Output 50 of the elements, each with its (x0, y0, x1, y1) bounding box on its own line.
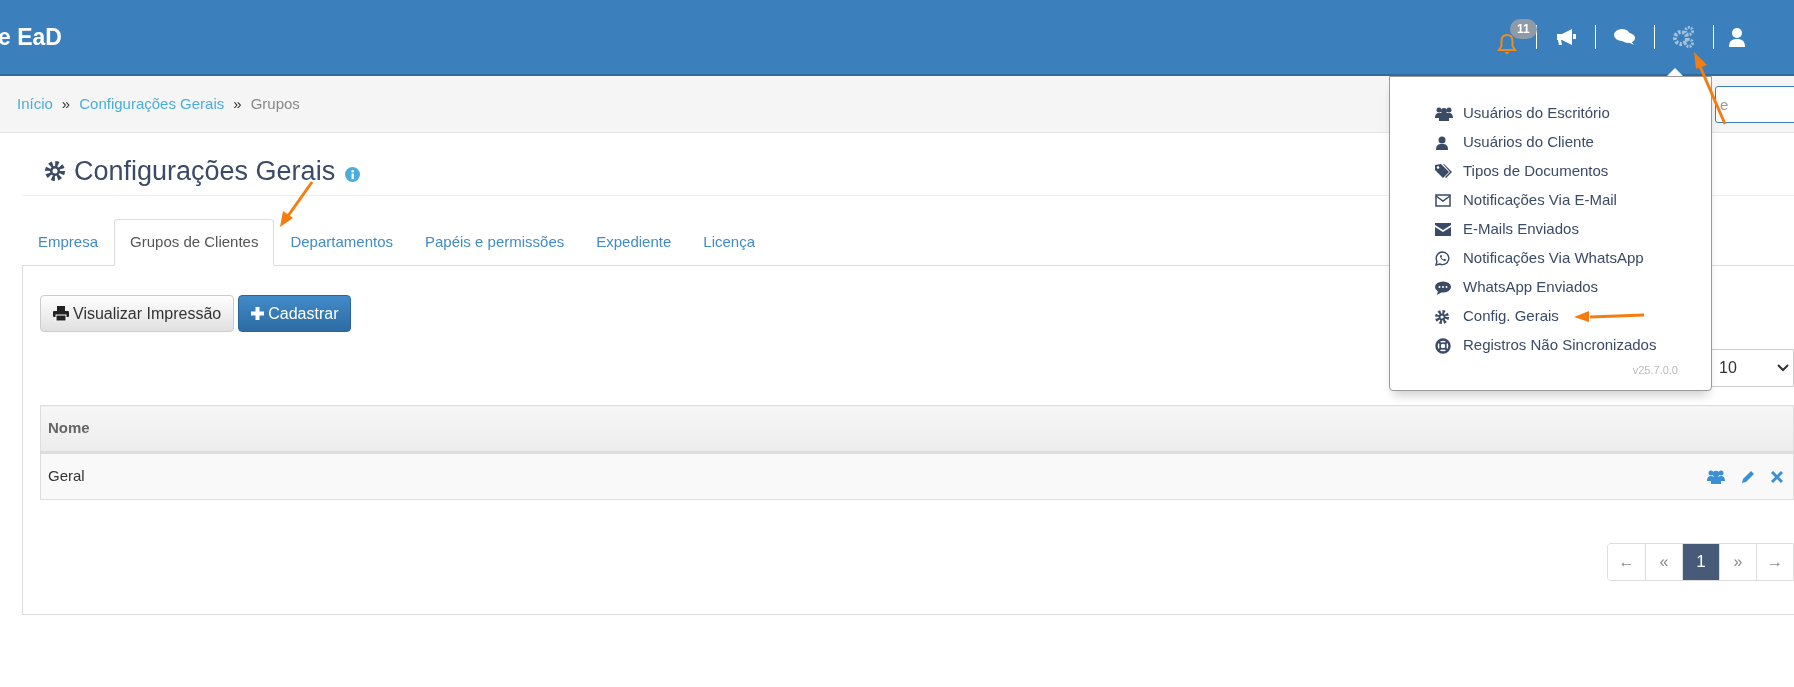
tab[interactable]: Papéis e permissões (409, 219, 581, 265)
envelope-icon (1435, 194, 1451, 207)
version-label: v25.7.0.0 (1632, 362, 1678, 378)
plus-icon (251, 307, 265, 320)
tab[interactable]: Licença (687, 219, 771, 265)
user-icon (1435, 135, 1449, 150)
speech-bubble-icon (1435, 280, 1451, 295)
gear-icon (44, 160, 66, 182)
envelope-icon (1435, 223, 1451, 236)
users-icon[interactable] (1707, 469, 1725, 484)
users-icon (1435, 106, 1453, 121)
user-icon[interactable] (1728, 27, 1746, 47)
search-field[interactable]: e (1715, 85, 1794, 123)
phone-bubble-icon (1435, 251, 1450, 266)
menu-item[interactable]: Notificações Via E-Mail (1435, 186, 1711, 215)
breadcrumb-separator: » (233, 93, 242, 114)
chevron-down-icon (1777, 364, 1789, 372)
printer-icon (53, 306, 69, 321)
menu-item[interactable]: Config. Gerais (1435, 302, 1711, 331)
close-icon[interactable] (1771, 470, 1783, 483)
gears-icon[interactable] (1673, 26, 1695, 48)
tags-icon (1435, 164, 1453, 179)
annotation-arrow (1574, 311, 1645, 322)
tab[interactable]: Empresa (22, 219, 115, 265)
page-title: Configurações Gerais (74, 154, 336, 188)
menu-item[interactable]: Tipos de Documentos (1435, 157, 1711, 186)
tab[interactable]: Departamentos (274, 219, 409, 265)
menu-item[interactable]: Notificações Via WhatsApp (1435, 244, 1711, 273)
add-button[interactable]: Cadastrar (238, 295, 352, 332)
bell-icon[interactable] (1497, 33, 1517, 55)
menu-item[interactable]: WhatsApp Enviados (1435, 273, 1711, 302)
menu-item[interactable]: Usuários do Cliente (1435, 128, 1711, 157)
chat-icon[interactable] (1614, 28, 1636, 46)
table-cell-text: Geral (48, 466, 85, 487)
pagination-button[interactable]: 1 (1682, 544, 1719, 580)
tab[interactable]: Grupos de Clientes (114, 219, 275, 266)
gear-icon (1435, 309, 1449, 324)
lifebuoy-icon (1435, 337, 1451, 354)
notification-badge: 11 (1510, 19, 1537, 39)
breadcrumb-current: Grupos (250, 93, 300, 114)
pencil-icon[interactable] (1741, 469, 1755, 484)
info-icon[interactable] (345, 166, 361, 182)
annotation-arrow (280, 181, 314, 227)
menu-item[interactable]: E-Mails Enviados (1435, 215, 1711, 244)
column-header[interactable]: Nome (40, 405, 1794, 453)
breadcrumb-separator: » (61, 93, 71, 114)
tab[interactable]: Expediente (580, 219, 688, 265)
print-button[interactable]: Visualizar Impressão (40, 295, 235, 332)
menu-item[interactable]: Usuários do Escritório (1435, 99, 1711, 128)
megaphone-icon[interactable] (1555, 28, 1577, 46)
